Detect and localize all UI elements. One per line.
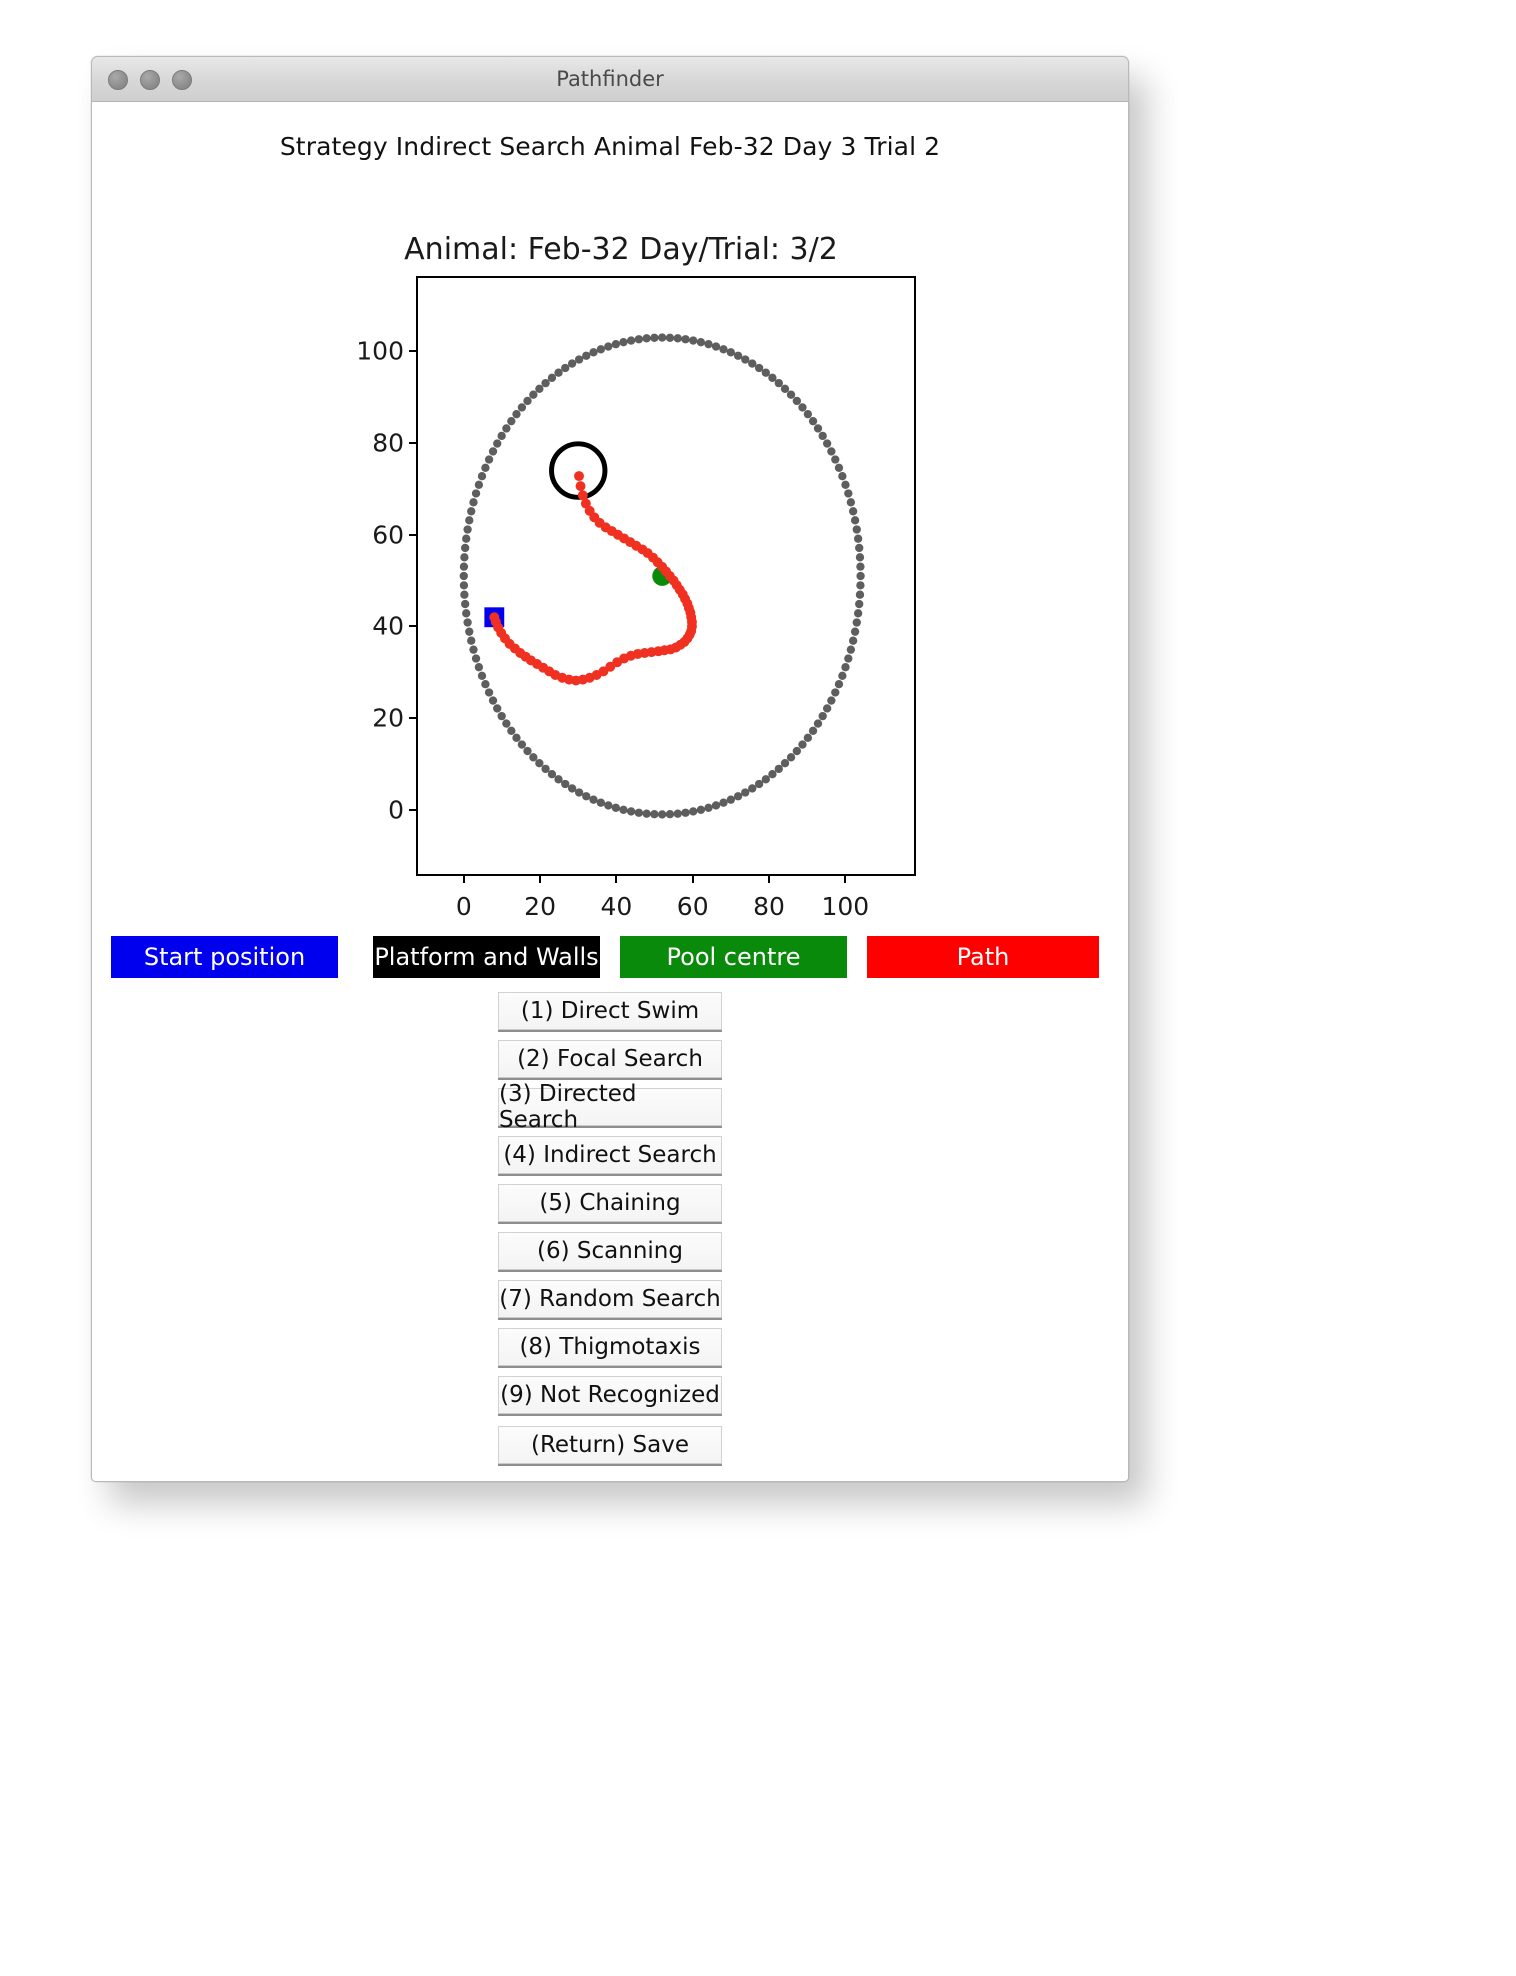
plot-area — [418, 278, 914, 874]
window-title: Pathfinder — [556, 67, 664, 91]
figure-title: Animal: Feb-32 Day/Trial: 3/2 — [404, 232, 838, 267]
window-titlebar[interactable]: Pathfinder — [92, 57, 1128, 102]
strategy-focal-search-label: (2) Focal Search — [517, 1046, 703, 1072]
x-tick-mark — [691, 874, 694, 883]
strategy-directed-search-label: (3) Directed Search — [499, 1081, 637, 1133]
save-button[interactable]: (Return) Save — [498, 1426, 722, 1464]
pathfinder-window: Pathfinder Strategy Indirect Search Anim… — [91, 56, 1129, 1482]
legend-path[interactable]: Path — [867, 936, 1099, 978]
legend-platform-and-walls-label: Platform and Walls — [374, 943, 599, 971]
strategy-indirect-search[interactable]: (4) Indirect Search — [498, 1136, 722, 1174]
strategy-thigmotaxis-label: (8) Thigmotaxis — [519, 1334, 701, 1360]
y-tick-mark — [409, 442, 418, 445]
legend-start-position-label: Start position — [143, 943, 306, 971]
strategy-direct-swim[interactable]: (1) Direct Swim — [498, 992, 722, 1030]
plot-axes: 0 20 40 60 80 100 0 20 40 60 80 100 — [356, 276, 916, 921]
x-tick-mark — [768, 874, 770, 883]
strategy-not-recognized-label: (9) Not Recognized — [500, 1382, 720, 1408]
y-tick-mark — [409, 625, 418, 628]
strategy-chaining[interactable]: (5) Chaining — [498, 1184, 722, 1222]
strategy-scanning[interactable]: (6) Scanning — [498, 1232, 722, 1270]
y-tick-mark — [409, 808, 418, 811]
strategy-chaining-label: (5) Chaining — [539, 1190, 681, 1216]
x-tick-mark — [844, 874, 847, 883]
legend-bar-row: Start position Platform and Walls Pool c… — [111, 936, 1109, 978]
strategy-focal-search[interactable]: (2) Focal Search — [498, 1040, 722, 1078]
legend-pool-centre[interactable]: Pool centre — [620, 936, 847, 978]
strategy-indirect-search-label: (4) Indirect Search — [503, 1142, 717, 1168]
strategy-random-search[interactable]: (7) Random Search — [498, 1280, 722, 1318]
strategy-not-recognized[interactable]: (9) Not Recognized — [498, 1376, 722, 1414]
window-content: Strategy Indirect Search Animal Feb-32 D… — [92, 102, 1128, 1481]
y-tick-mark — [409, 350, 418, 353]
trajectory-figure: Animal: Feb-32 Day/Trial: 3/2 0 20 40 60 80 1… — [321, 232, 921, 921]
legend-platform-and-walls[interactable]: Platform and Walls — [373, 936, 600, 978]
legend-pool-centre-label: Pool centre — [666, 943, 801, 971]
x-tick-mark — [615, 874, 618, 883]
strategy-scanning-label: (6) Scanning — [537, 1238, 683, 1264]
x-tick-mark — [539, 874, 542, 883]
status-line: Strategy Indirect Search Animal Feb-32 D… — [279, 132, 941, 161]
legend-path-label: Path — [956, 943, 1010, 971]
y-tick-mark — [409, 717, 418, 720]
trajectory-plot — [459, 333, 865, 819]
strategy-directed-search[interactable]: (3) Directed Search — [498, 1081, 722, 1133]
y-tick-mark — [409, 533, 418, 536]
strategy-thigmotaxis[interactable]: (8) Thigmotaxis — [498, 1328, 722, 1366]
strategy-direct-swim-label: (1) Direct Swim — [520, 998, 700, 1024]
save-button-label: (Return) Save — [530, 1432, 690, 1458]
strategy-button-list: (1) Direct Swim (2) Focal Search (3) Direc… — [92, 992, 1128, 1474]
strategy-random-search-label: (7) Random Search — [499, 1286, 721, 1312]
desktop-background: Pathfinder Strategy Indirect Search Anim… — [0, 0, 1516, 1976]
x-tick-mark — [462, 874, 465, 883]
legend-start-position[interactable]: Start position — [111, 936, 338, 978]
